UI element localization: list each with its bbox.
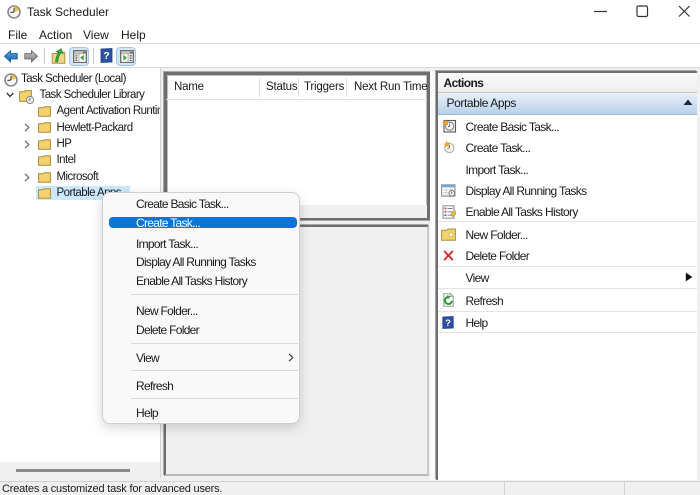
svg-text:?: ?: [103, 50, 109, 62]
svg-text:?: ?: [445, 318, 451, 329]
